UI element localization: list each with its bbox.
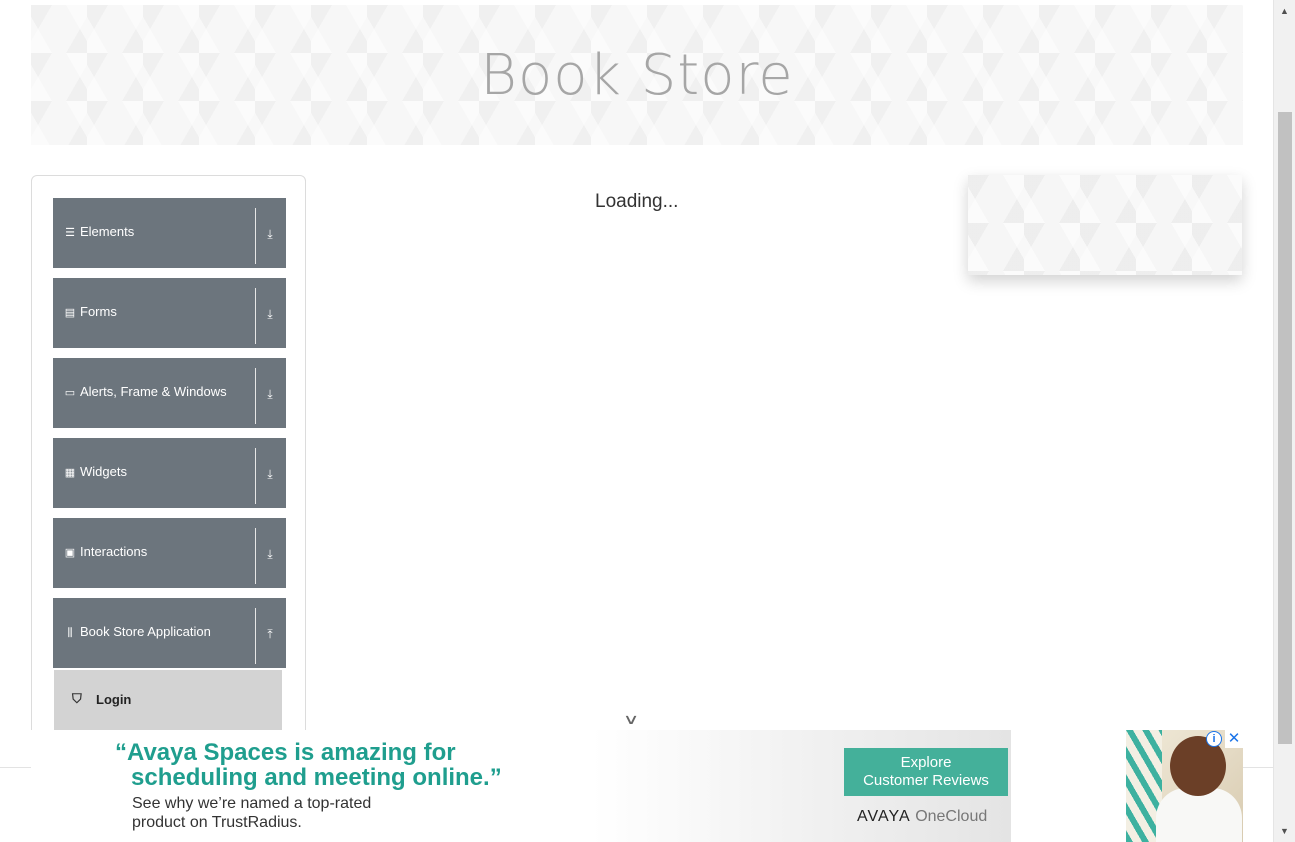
ad-info-icon[interactable]: i (1206, 731, 1222, 747)
loading-text: Loading... (595, 191, 679, 212)
ad-cta-line1: Explore (900, 754, 952, 771)
window-icon: ▭ (64, 387, 76, 399)
sidebar-group-label: Elements (80, 224, 135, 239)
ad-subtext-line2: product on TrustRadius. (132, 814, 302, 831)
collapse-icon[interactable]: ⤒ (259, 624, 281, 644)
ad-cta-line2: Customer Reviews (863, 772, 989, 789)
sidebar-group-widgets[interactable]: ▦ Widgets ⤓ (53, 438, 286, 508)
divider (255, 608, 256, 664)
ad-subtext-line1: See why we’re named a top-rated (132, 795, 372, 812)
divider (255, 288, 256, 344)
ad-person-body (1156, 788, 1242, 842)
divider (255, 448, 256, 504)
divider (255, 528, 256, 584)
books-icon: ⫼ (67, 627, 73, 639)
sidebar-group-interactions[interactable]: ▣ Interactions ⤓ (53, 518, 286, 588)
ad-brand-product: OneCloud (915, 808, 988, 825)
sidebar-group-forms[interactable]: ▤ Forms ⤓ (53, 278, 286, 348)
left-nav-panel: ☰ Elements ⤓ ▤ Forms ⤓ ▭ Alerts, Frame &… (31, 175, 306, 775)
ad-brand-logo: AVAYA OneCloud (857, 808, 987, 826)
form-icon: ▤ (64, 307, 76, 319)
expand-icon[interactable]: ⤓ (259, 224, 281, 244)
ad-subtext: See why we’re named a top-rated product … (132, 794, 371, 832)
list-icon: ☰ (65, 227, 75, 239)
interaction-icon: ▣ (64, 547, 76, 559)
grid-icon: ▦ (64, 467, 76, 479)
sidebar-group-label: Book Store Application (80, 624, 211, 639)
expand-icon[interactable]: ⤓ (259, 384, 281, 404)
side-ad-placeholder (968, 175, 1242, 275)
scroll-thumb[interactable] (1278, 112, 1292, 744)
divider (255, 208, 256, 264)
scroll-down-icon[interactable]: ▼ (1274, 822, 1295, 840)
ad-close-icon[interactable]: ✕ (1225, 730, 1243, 748)
ad-headline-line1: “Avaya Spaces is amazing for (115, 739, 456, 766)
divider (255, 368, 256, 424)
expand-icon[interactable]: ⤓ (259, 464, 281, 484)
expand-icon[interactable]: ⤓ (259, 304, 281, 324)
sidebar-group-alerts[interactable]: ▭ Alerts, Frame & Windows ⤓ (53, 358, 286, 428)
ad-brand-name: AVAYA (857, 808, 910, 825)
sidebar-group-label: Alerts, Frame & Windows (80, 384, 227, 399)
page-scrollbar[interactable]: ▲ ▼ (1273, 0, 1295, 842)
chevron-down-icon[interactable]: ∨ (623, 711, 639, 728)
sidebar-group-label: Widgets (80, 464, 127, 479)
html5-icon: ⛉ (72, 691, 82, 706)
ad-headline: “Avaya Spaces is amazing for scheduling … (115, 740, 502, 790)
sidebar-item-login[interactable]: ⛉ Login (54, 670, 282, 732)
ad-cta-button[interactable]: Explore Customer Reviews (844, 748, 1008, 796)
sidebar-group-book-store[interactable]: ⫼ Book Store Application ⤒ (53, 598, 286, 668)
sidebar-group-elements[interactable]: ☰ Elements ⤓ (53, 198, 286, 268)
scroll-up-icon[interactable]: ▲ (1274, 2, 1295, 20)
page-title: Book Store (480, 43, 794, 108)
sidebar-item-label: Login (96, 692, 132, 707)
header-banner: Book Store (31, 5, 1243, 145)
bottom-ad-banner[interactable]: “Avaya Spaces is amazing for scheduling … (31, 730, 1243, 842)
sidebar-group-label: Interactions (80, 544, 148, 559)
ad-headline-line2: scheduling and meeting online.” (131, 764, 502, 791)
sidebar-group-label: Forms (80, 304, 117, 319)
expand-icon[interactable]: ⤓ (259, 544, 281, 564)
